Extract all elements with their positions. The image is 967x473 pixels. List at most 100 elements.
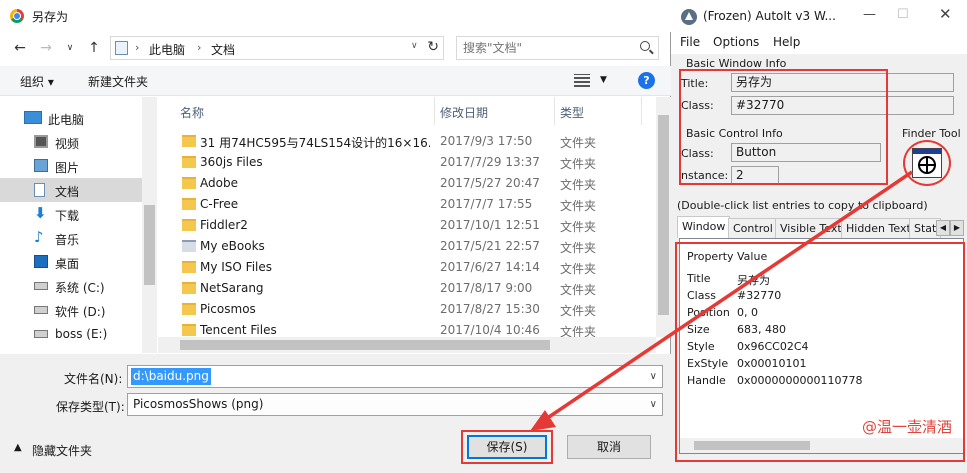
folder-icon (182, 324, 196, 336)
search-input[interactable] (463, 40, 633, 56)
file-date: 2017/7/29 13:37 (440, 155, 540, 169)
tab-scroll-left-icon[interactable]: ◀ (936, 220, 950, 236)
file-row[interactable]: C-Free 2017/7/7 17:55 文件夹 (158, 194, 656, 215)
scroll-thumb[interactable] (180, 340, 550, 350)
command-bar: 组织 ▾ 新建文件夹 ▼ ? (0, 66, 671, 96)
nav-item-documents[interactable]: 文档 (0, 178, 142, 202)
file-type: 文件夹 (560, 178, 597, 192)
chevron-down-icon[interactable]: ∨ (650, 399, 657, 410)
nav-label: 音乐 (55, 233, 80, 247)
maximize-icon[interactable]: ☐ (897, 7, 909, 22)
file-row[interactable]: 360js Files 2017/7/29 13:37 文件夹 (158, 152, 656, 173)
filename-input[interactable]: d:\baidu.png (131, 368, 211, 385)
help-icon[interactable]: ? (638, 72, 655, 89)
hide-folders-toggle[interactable]: 隐藏文件夹 (32, 442, 92, 459)
column-divider[interactable] (434, 97, 435, 125)
minimize-icon[interactable]: — (863, 7, 876, 22)
desktop-icon (34, 255, 48, 268)
file-row[interactable]: Picosmos 2017/8/27 15:30 文件夹 (158, 299, 656, 320)
autoit-title: (Frozen) AutoIt v3 W... (703, 9, 836, 23)
dialog-titlebar[interactable]: 另存为 (0, 0, 671, 32)
recent-chevron-icon[interactable]: ∨ (60, 38, 80, 58)
file-list-horizontal-scrollbar[interactable] (158, 337, 656, 353)
view-options-icon[interactable] (574, 74, 590, 87)
breadcrumb-separator-icon[interactable]: › (135, 41, 139, 54)
file-row[interactable]: NetSarang 2017/8/17 9:00 文件夹 (158, 278, 656, 299)
screen: 另存为 ← → ∨ ↑ › 此电脑 › 文档 ∨ ↻ 组织 ▾ 新建文件夹 (0, 0, 967, 473)
folder-icon (182, 303, 196, 315)
drive-icon (34, 330, 48, 338)
location-icon (115, 41, 128, 55)
autoit-menubar: File Options Help (671, 32, 967, 54)
filename-combobox[interactable]: d:\baidu.png ∨ (127, 365, 663, 388)
breadcrumb-documents[interactable]: 文档 (211, 41, 235, 58)
autoit-titlebar[interactable]: (Frozen) AutoIt v3 W... — ☐ ✕ (671, 0, 967, 32)
chevron-down-icon[interactable]: ∨ (650, 371, 657, 382)
column-header-type[interactable]: 类型 (560, 104, 584, 121)
file-date: 2017/5/21 22:57 (440, 239, 540, 253)
new-folder-button[interactable]: 新建文件夹 (88, 73, 148, 90)
file-name: Adobe (200, 176, 238, 190)
refresh-icon[interactable]: ↻ (427, 39, 439, 55)
column-header-date[interactable]: 修改日期 (440, 104, 488, 121)
back-arrow-icon[interactable]: ← (10, 38, 30, 58)
file-name: Tencent Files (200, 323, 277, 337)
file-type: 文件夹 (560, 220, 597, 234)
tab-scroll-right-icon[interactable]: ▶ (950, 220, 964, 236)
tab-control[interactable]: Control (728, 218, 778, 238)
column-divider[interactable] (554, 97, 555, 125)
autoit-window-info: (Frozen) AutoIt v3 W... — ☐ ✕ File Optio… (671, 0, 967, 473)
nav-scrollbar[interactable] (142, 97, 157, 353)
breadcrumb-separator-icon[interactable]: › (197, 41, 201, 54)
navigation-pane: 此电脑 视频 图片 文档 ⬇ 下载 ♪ 音乐 桌面 系统 (C:) 软件 (D:… (0, 97, 157, 353)
nav-item-pictures[interactable]: 图片 (0, 154, 142, 178)
organize-menu[interactable]: 组织 ▾ (20, 73, 54, 90)
music-icon: ♪ (34, 228, 44, 246)
file-row[interactable]: Fiddler2 2017/10/1 12:51 文件夹 (158, 215, 656, 236)
finder-tool-label: Finder Tool (902, 127, 961, 140)
search-icon[interactable] (640, 41, 650, 51)
chevron-up-icon[interactable]: ▲ (14, 442, 22, 453)
search-box (456, 36, 659, 60)
nav-item-this-pc[interactable]: 此电脑 (0, 106, 142, 130)
nav-item-drive-d[interactable]: 软件 (D:) (0, 298, 142, 322)
chrome-logo-icon (10, 9, 24, 23)
file-row[interactable]: 31 用74HC595与74LS154设计的16×16... 2017/9/3 … (158, 131, 656, 152)
scroll-thumb[interactable] (144, 205, 155, 285)
file-date: 2017/8/27 15:30 (440, 302, 540, 316)
forward-arrow-icon[interactable]: → (36, 38, 56, 58)
file-date: 2017/6/27 14:14 (440, 260, 540, 274)
nav-label: 文档 (55, 185, 80, 199)
close-icon[interactable]: ✕ (939, 5, 952, 23)
scroll-thumb[interactable] (658, 115, 669, 315)
file-date: 2017/8/17 9:00 (440, 281, 533, 295)
tab-hidden-text[interactable]: Hidden Text (841, 218, 916, 238)
tab-window[interactable]: Window (677, 216, 731, 238)
menu-file[interactable]: File (680, 35, 700, 49)
file-type: 文件夹 (560, 262, 597, 276)
cancel-button[interactable]: 取消 (567, 435, 651, 459)
file-row[interactable]: My eBooks 2017/5/21 22:57 文件夹 (158, 236, 656, 257)
address-bar[interactable]: › 此电脑 › 文档 ∨ ↻ (110, 36, 444, 60)
folder-icon (182, 177, 196, 189)
view-dropdown-icon[interactable]: ▼ (600, 75, 607, 85)
file-row[interactable]: Adobe 2017/5/27 20:47 文件夹 (158, 173, 656, 194)
file-row[interactable]: My ISO Files 2017/6/27 14:14 文件夹 (158, 257, 656, 278)
column-header-name[interactable]: 名称 (180, 104, 204, 121)
up-arrow-icon[interactable]: ↑ (84, 38, 104, 58)
menu-options[interactable]: Options (713, 35, 759, 49)
nav-item-videos[interactable]: 视频 (0, 130, 142, 154)
filetype-select[interactable]: PicosmosShows (png) ∨ (127, 393, 663, 416)
nav-item-drive-c[interactable]: 系统 (C:) (0, 274, 142, 298)
column-divider[interactable] (641, 97, 642, 125)
breadcrumb-this-pc[interactable]: 此电脑 (149, 41, 185, 58)
nav-item-desktop[interactable]: 桌面 (0, 250, 142, 274)
address-dropdown-icon[interactable]: ∨ (411, 41, 418, 51)
nav-item-downloads[interactable]: ⬇ 下载 (0, 202, 142, 226)
nav-item-drive-e[interactable]: boss (E:) (0, 322, 142, 346)
file-date: 2017/5/27 20:47 (440, 176, 540, 190)
menu-help[interactable]: Help (773, 35, 800, 49)
file-list-vertical-scrollbar[interactable] (656, 97, 671, 337)
nav-item-music[interactable]: ♪ 音乐 (0, 226, 142, 250)
tab-visible-text[interactable]: Visible Text (775, 218, 847, 238)
